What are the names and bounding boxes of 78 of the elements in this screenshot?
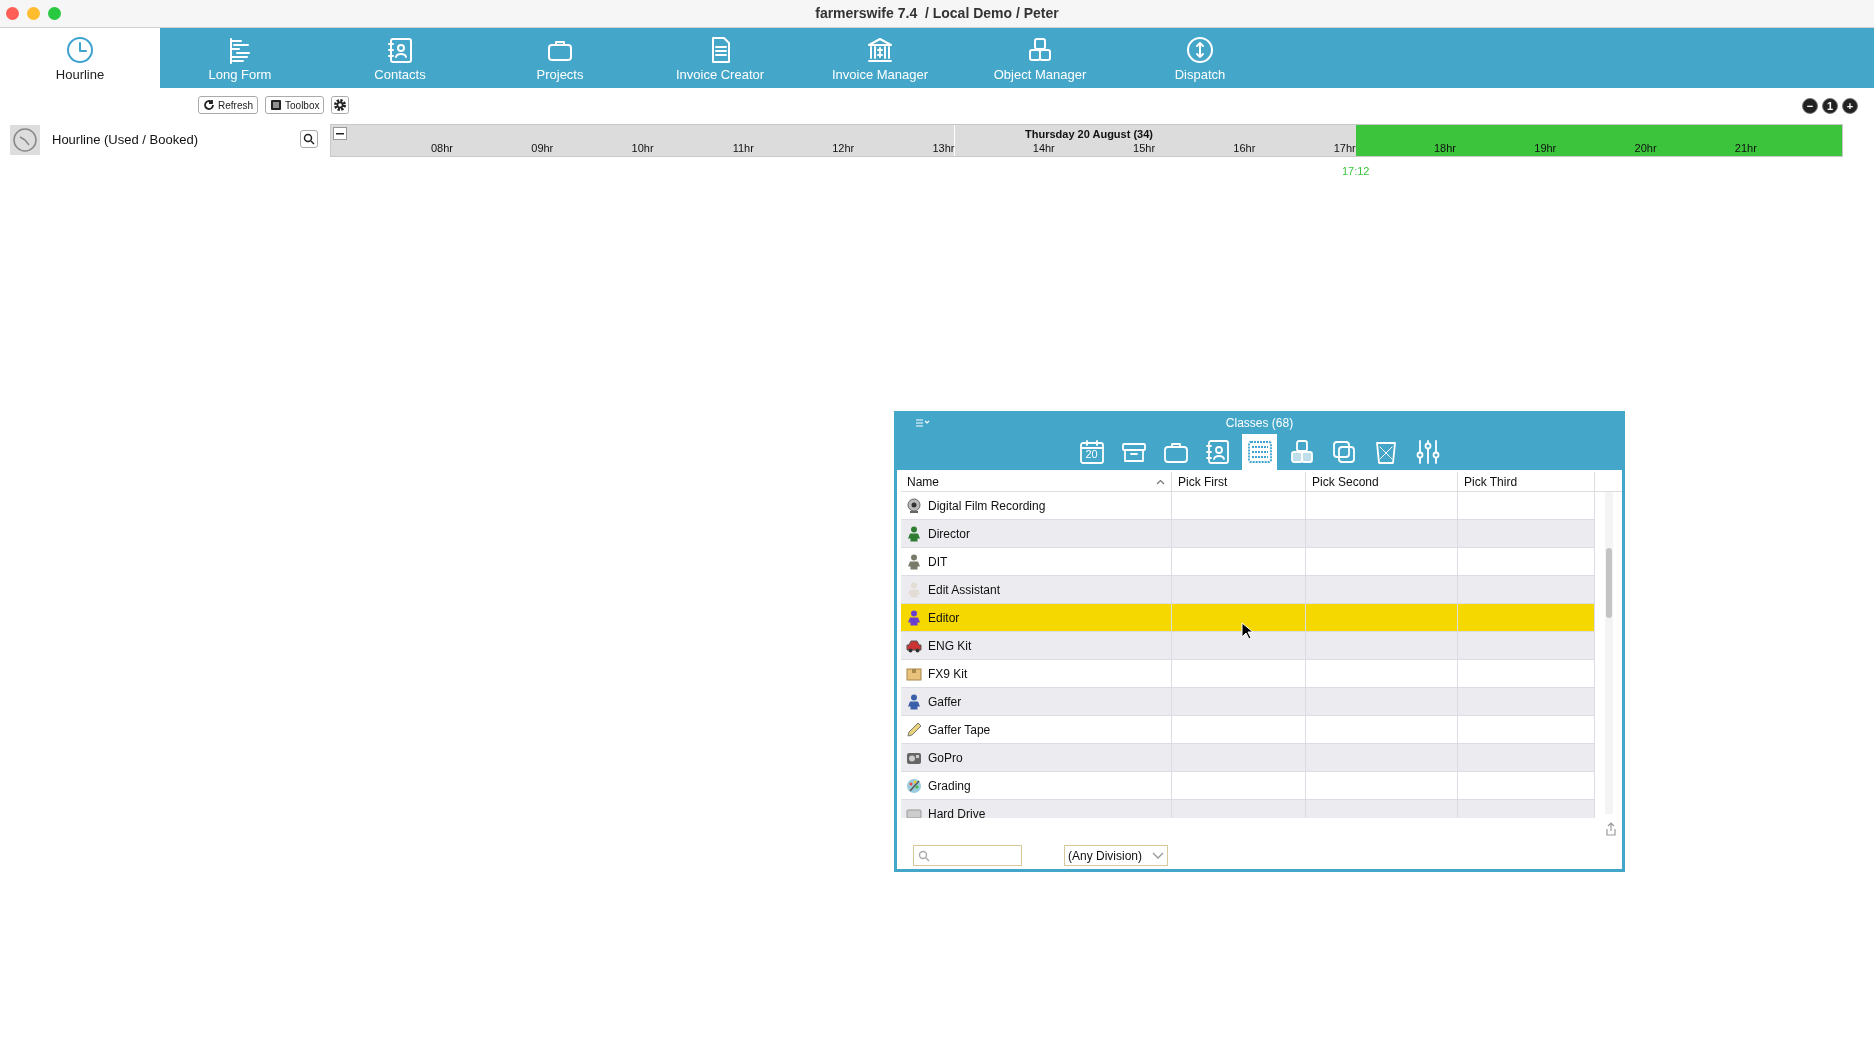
pen-icon <box>906 721 922 738</box>
class-name: ENG Kit <box>928 637 972 655</box>
table-row[interactable]: Gaffer Tape <box>901 716 1595 744</box>
calendar-icon <box>1077 438 1106 466</box>
hour-label: 17hr <box>1333 141 1356 156</box>
panel-tab[interactable] <box>1242 434 1277 470</box>
table-row[interactable]: DIT <box>901 548 1595 576</box>
table-row[interactable]: Digital Film Recording <box>901 492 1595 520</box>
refresh-icon <box>203 99 215 111</box>
settings-icon <box>331 96 350 114</box>
hour-label: 12hr <box>832 141 855 156</box>
hour-label: 21hr <box>1734 141 1757 156</box>
mouse-cursor-icon <box>1241 622 1253 640</box>
clock-icon <box>10 125 40 155</box>
zoom-control[interactable]: 1 <box>1822 98 1838 114</box>
table-row[interactable]: Director <box>901 520 1595 548</box>
hour-label: 13hr <box>932 141 955 156</box>
division-dropdown[interactable]: (Any Division) <box>1064 845 1168 866</box>
class-name: Editor <box>928 609 960 627</box>
search-icon <box>918 849 930 862</box>
class-name: Gaffer Tape <box>928 721 991 739</box>
hour-label: 14hr <box>1032 141 1055 156</box>
hour-label: 18hr <box>1433 141 1456 156</box>
car-icon <box>906 638 922 653</box>
zoom-control[interactable]: + <box>1842 98 1858 114</box>
hour-label: 20hr <box>1634 141 1657 156</box>
palette-icon <box>906 777 922 794</box>
hour-label: 11hr <box>732 141 754 156</box>
toolbar-button[interactable]: Refresh <box>198 96 258 114</box>
table-row[interactable]: Edit Assistant <box>901 576 1595 604</box>
zoom-control[interactable]: − <box>1802 98 1818 114</box>
class-name: GoPro <box>928 749 963 767</box>
list-icon <box>1245 438 1274 466</box>
webcam-icon <box>906 497 922 514</box>
hour-label: 16hr <box>1233 141 1256 156</box>
hour-label: 15hr <box>1133 141 1156 156</box>
window-title: farmerswife 7.4 / Local Demo / Peter <box>815 4 1059 23</box>
box-icon <box>906 666 922 681</box>
address-book-icon <box>1203 438 1232 466</box>
clock-icon <box>65 34 95 65</box>
table-row[interactable]: Editor <box>901 604 1595 632</box>
class-name: DIT <box>928 553 948 571</box>
table-row[interactable]: FX9 Kit <box>901 660 1595 688</box>
menu-icon <box>915 418 931 428</box>
nav-tab[interactable]: Hourline <box>0 28 160 88</box>
search-field[interactable] <box>913 845 1022 866</box>
window-title: Classes (68) <box>1225 415 1294 432</box>
hour-label: 09hr <box>531 141 554 156</box>
hour-label: 10hr <box>631 141 654 156</box>
hour-label: 08hr <box>430 141 453 156</box>
class-name: Digital Film Recording <box>928 497 1046 515</box>
table-row[interactable]: GoPro <box>901 744 1595 772</box>
close-button[interactable] <box>6 7 19 20</box>
table-row[interactable]: Grading <box>901 772 1595 800</box>
hour-label: 19hr <box>1534 141 1557 156</box>
drive-icon <box>906 807 922 818</box>
current-time: 17:12 <box>1341 164 1370 179</box>
class-name: Edit Assistant <box>928 581 1001 599</box>
class-name: Gaffer <box>928 693 962 711</box>
collapse-button[interactable] <box>333 127 347 140</box>
share-icon <box>1605 822 1617 836</box>
class-name: Grading <box>928 777 971 795</box>
toolbar-button[interactable]: Toolbox <box>265 96 325 114</box>
search-button[interactable] <box>300 130 318 148</box>
class-name: FX9 Kit <box>928 665 968 683</box>
class-name: Hard Drive <box>928 805 986 818</box>
toolbox-icon <box>270 99 282 111</box>
caret-icon <box>1152 851 1164 860</box>
class-name: Director <box>928 525 970 543</box>
table-row[interactable]: Gaffer <box>901 688 1595 716</box>
scrollbar-thumb[interactable] <box>1606 548 1612 618</box>
row-label: Hourline (Used / Booked) <box>52 131 198 150</box>
table-row[interactable]: Hard Drive <box>901 800 1595 818</box>
zoom-button[interactable] <box>48 7 61 20</box>
date-label: Thursday 20 August (34) <box>1025 127 1153 142</box>
minimize-button[interactable] <box>27 7 40 20</box>
minus-icon <box>336 132 344 135</box>
table-row[interactable]: ENG Kit <box>901 632 1595 660</box>
